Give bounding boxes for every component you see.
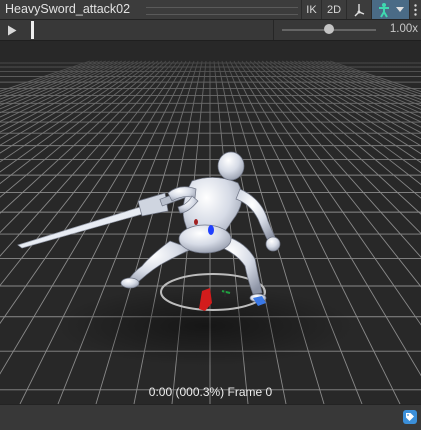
ground-grid — [0, 41, 421, 404]
playback-bar: 1.00x — [0, 20, 421, 41]
frame-label: 0:00 (000.3%) Frame 0 — [148, 385, 273, 399]
play-button[interactable] — [5, 24, 19, 36]
preview-footer — [0, 404, 421, 430]
preview-titlebar: HeavySword_attack02 IK 2D — [0, 0, 421, 20]
pivot-toggle[interactable] — [346, 0, 371, 19]
chevron-down-icon — [396, 6, 404, 12]
timeline-scrubber[interactable] — [31, 21, 34, 39]
speed-slider-knob[interactable] — [324, 24, 334, 34]
pivot-icon — [354, 3, 365, 16]
tag-icon — [406, 413, 414, 421]
clip-title: HeavySword_attack02 — [5, 2, 131, 16]
avatar-preview-icon — [379, 2, 389, 18]
ik-label: IK — [306, 3, 317, 16]
kebab-menu-icon — [414, 3, 417, 16]
asset-labels-button[interactable] — [403, 410, 417, 424]
ik-toggle[interactable]: IK — [301, 0, 321, 19]
preview-viewport[interactable]: 0:00 (000.3%) Frame 0 — [0, 41, 421, 404]
speed-label: 1.00x — [389, 23, 418, 35]
kebab-menu-button[interactable] — [409, 0, 421, 19]
speed-control: 1.00x — [273, 20, 421, 40]
play-icon — [8, 25, 17, 35]
toggle-2d-button[interactable]: 2D — [321, 0, 346, 19]
avatar-preview-dropdown[interactable] — [371, 0, 409, 19]
drag-grip[interactable] — [146, 7, 298, 15]
mode-2d-label: 2D — [326, 3, 342, 16]
